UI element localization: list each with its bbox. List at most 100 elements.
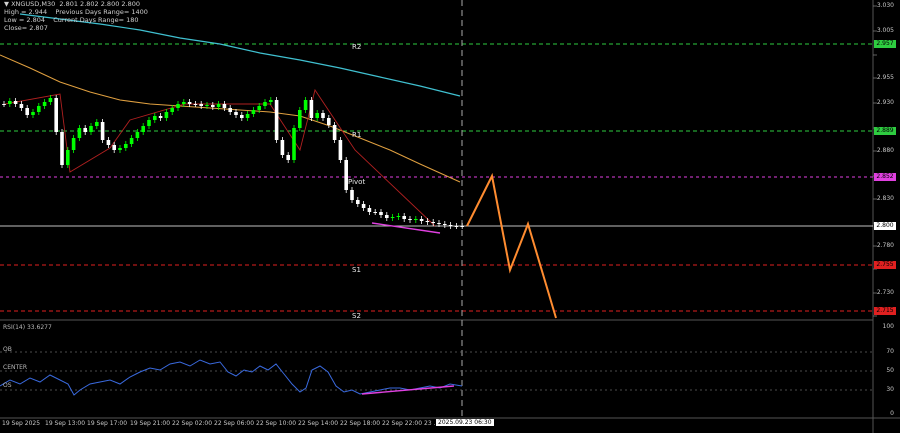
- price-axis-label: 2.880: [876, 147, 894, 154]
- pivot-label: Pivot: [348, 178, 366, 186]
- candle-body: [170, 108, 174, 112]
- time-axis-label: 19 Sep 13:00: [45, 420, 86, 427]
- candle-body: [240, 115, 244, 118]
- candle-body: [193, 104, 198, 105]
- candle-body: [37, 106, 41, 112]
- candlestick-series: [2, 95, 464, 229]
- candle-body: [77, 128, 82, 138]
- candle-body: [106, 140, 111, 145]
- candle-body: [367, 208, 372, 212]
- candle-body: [321, 113, 325, 118]
- candle-body: [269, 100, 273, 102]
- price-axis-label: 2.955: [876, 74, 894, 81]
- candle-body: [263, 102, 267, 106]
- candle-body: [95, 122, 99, 126]
- candle-body: [153, 116, 157, 120]
- price-axis-ticks: [873, 5, 877, 317]
- candle-body: [228, 108, 232, 112]
- candle-body: [385, 215, 389, 218]
- candle-body: [25, 108, 29, 115]
- candle-body: [19, 104, 24, 108]
- pivot-price-tag: 2.852: [874, 173, 896, 181]
- candle-body: [112, 145, 116, 150]
- candle-body: [437, 223, 441, 224]
- s2-label: S2: [352, 312, 361, 320]
- chart-canvas[interactable]: [0, 0, 900, 433]
- candle-body: [83, 128, 87, 132]
- candle-body: [147, 120, 151, 126]
- candle-body: [205, 105, 209, 106]
- time-axis-label: 19 Sep 21:00: [130, 420, 171, 427]
- r1-price-tag: 2.889: [874, 127, 896, 135]
- low-value: Low = 2.804: [4, 16, 45, 24]
- rsi-title[interactable]: RSI(14) 33.6277: [3, 324, 52, 331]
- price-axis-label: 2.780: [876, 242, 894, 249]
- price-axis-label: 2.830: [876, 195, 894, 202]
- candle-body: [251, 110, 256, 114]
- candle-body: [135, 132, 140, 138]
- time-axis-label: 22 Sep 02:00: [172, 420, 213, 427]
- trading-chart-window: ▼ XNGUSD,M30 2.801 2.802 2.800 2.800 Hig…: [0, 0, 900, 433]
- s2-price-tag: 2.715: [874, 307, 896, 315]
- high-info: High = 2.944 Previous Days Range= 1400: [4, 8, 148, 16]
- candle-body: [454, 226, 459, 227]
- price-axis-label: 2.730: [876, 289, 894, 296]
- rsi-axis-label: 50: [886, 367, 894, 374]
- candle-body: [60, 132, 64, 165]
- curr-range-value: Current Days Range= 180: [53, 16, 139, 24]
- candle-body: [222, 104, 227, 108]
- candle-body: [274, 100, 279, 140]
- rsi-axis-label: 70: [886, 348, 894, 355]
- rsi-axis-label: 0: [890, 410, 894, 417]
- candle-body: [182, 102, 186, 104]
- candle-body: [71, 138, 76, 150]
- candle-body: [216, 104, 221, 107]
- candle-body: [280, 140, 285, 155]
- candle-body: [443, 224, 447, 225]
- candle-body: [211, 105, 215, 107]
- candle-body: [245, 114, 250, 118]
- candle-body: [292, 128, 296, 160]
- cursor-time-tag: 2025.09.23 06:30: [436, 419, 494, 426]
- s1-label: S1: [352, 266, 361, 274]
- candle-body: [118, 148, 122, 150]
- candle-body: [414, 219, 418, 220]
- candle-body: [298, 110, 302, 128]
- rsi-axis-label: 30: [886, 386, 894, 393]
- candle-body: [257, 106, 261, 110]
- candle-body: [402, 216, 406, 219]
- slow-moving-average: [19, 13, 461, 97]
- candle-body: [234, 112, 238, 115]
- candle-body: [158, 116, 163, 118]
- candle-body: [303, 100, 308, 110]
- candle-body: [48, 98, 53, 102]
- symbol-ohlc-line[interactable]: ▼ XNGUSD,M30 2.801 2.802 2.800 2.800: [4, 0, 140, 8]
- time-axis-label: 22 Sep 06:00: [214, 420, 255, 427]
- price-axis-label: 2.930: [876, 99, 894, 106]
- candle-body: [338, 140, 343, 160]
- candle-body: [448, 225, 453, 226]
- candle-body: [13, 101, 18, 104]
- r2-price-tag: 2.957: [874, 40, 896, 48]
- rsi-os-label: OS: [3, 382, 12, 389]
- candle-body: [361, 204, 366, 208]
- candle-body: [309, 100, 314, 118]
- r2-label: R2: [352, 43, 362, 51]
- price-axis-label: 3.005: [876, 27, 894, 34]
- candle-body: [431, 222, 435, 223]
- time-axis-label: 22 Sep 14:00: [298, 420, 339, 427]
- candle-body: [187, 102, 192, 104]
- candle-body: [141, 126, 145, 132]
- candle-body: [100, 122, 105, 140]
- candle-body: [89, 126, 93, 132]
- price-axis-label: 3.030: [876, 2, 894, 9]
- rsi-ob-label: OB: [3, 346, 12, 353]
- close-info: Close= 2.807: [4, 24, 48, 32]
- time-axis-label: 22 Sep 18:00: [340, 420, 381, 427]
- candle-body: [66, 150, 70, 165]
- candle-body: [129, 138, 134, 144]
- candle-body: [379, 212, 383, 215]
- candle-body: [31, 112, 35, 115]
- candle-body: [42, 102, 47, 106]
- high-value: High = 2.944: [4, 8, 48, 16]
